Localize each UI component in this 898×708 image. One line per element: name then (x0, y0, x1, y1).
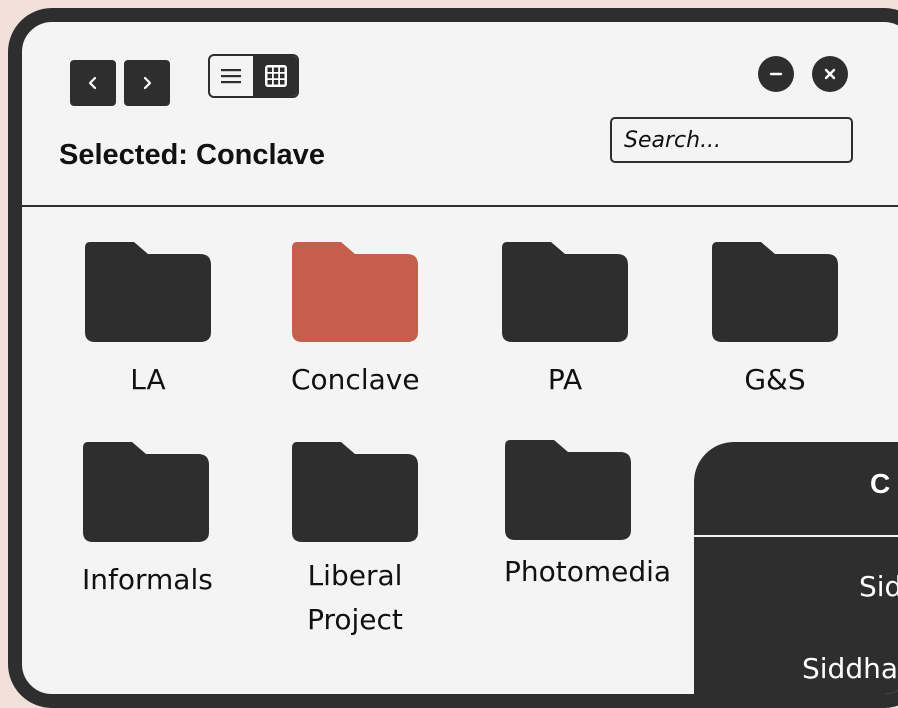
side-panel: C Sid Siddha (694, 442, 898, 694)
search-input[interactable] (610, 117, 853, 163)
folder-icon (83, 442, 209, 542)
grid-icon (264, 65, 287, 87)
folder-label: Liberal Project (307, 559, 403, 636)
grid-view-button[interactable] (254, 56, 297, 96)
folder-item[interactable]: G&S (711, 242, 839, 402)
forward-button[interactable] (124, 60, 170, 106)
minimize-button[interactable] (758, 56, 794, 92)
folder-icon (505, 440, 631, 540)
folder-icon (292, 242, 418, 342)
folder-label: PA (547, 363, 583, 396)
selected-folder-label: Selected: Conclave (59, 139, 325, 171)
folder-item[interactable]: Liberal Project (291, 442, 419, 642)
folder-label: Conclave (291, 363, 420, 396)
list-icon (221, 69, 242, 84)
panel-title: C (870, 468, 891, 499)
folder-icon (292, 442, 418, 542)
folder-icon (502, 242, 628, 342)
list-view-button[interactable] (210, 56, 255, 96)
back-button[interactable] (70, 60, 116, 106)
folder-item[interactable]: LA (84, 242, 212, 402)
panel-item[interactable]: Sid (859, 570, 898, 603)
minus-icon (769, 72, 783, 76)
folder-item[interactable]: Photomedia (504, 440, 672, 594)
chevron-right-icon (143, 76, 152, 90)
chevron-left-icon (88, 76, 97, 90)
file-browser-window: Selected: Conclave LA Conclave PA G&S In… (8, 8, 898, 708)
folder-item[interactable]: PA (501, 242, 629, 402)
folder-label: Photomedia (504, 555, 672, 588)
view-toggle (208, 54, 299, 98)
folder-icon (712, 242, 838, 342)
folder-icon (85, 242, 211, 342)
folder-item[interactable]: Conclave (291, 242, 420, 402)
panel-divider (694, 535, 898, 537)
header-divider (22, 205, 898, 207)
folder-item[interactable]: Informals (82, 442, 213, 602)
folder-label: Informals (82, 563, 213, 596)
folder-label: LA (130, 363, 166, 396)
folder-label: G&S (744, 363, 806, 396)
panel-item[interactable]: Siddha (802, 652, 898, 685)
close-icon (824, 68, 836, 80)
close-button[interactable] (812, 56, 848, 92)
